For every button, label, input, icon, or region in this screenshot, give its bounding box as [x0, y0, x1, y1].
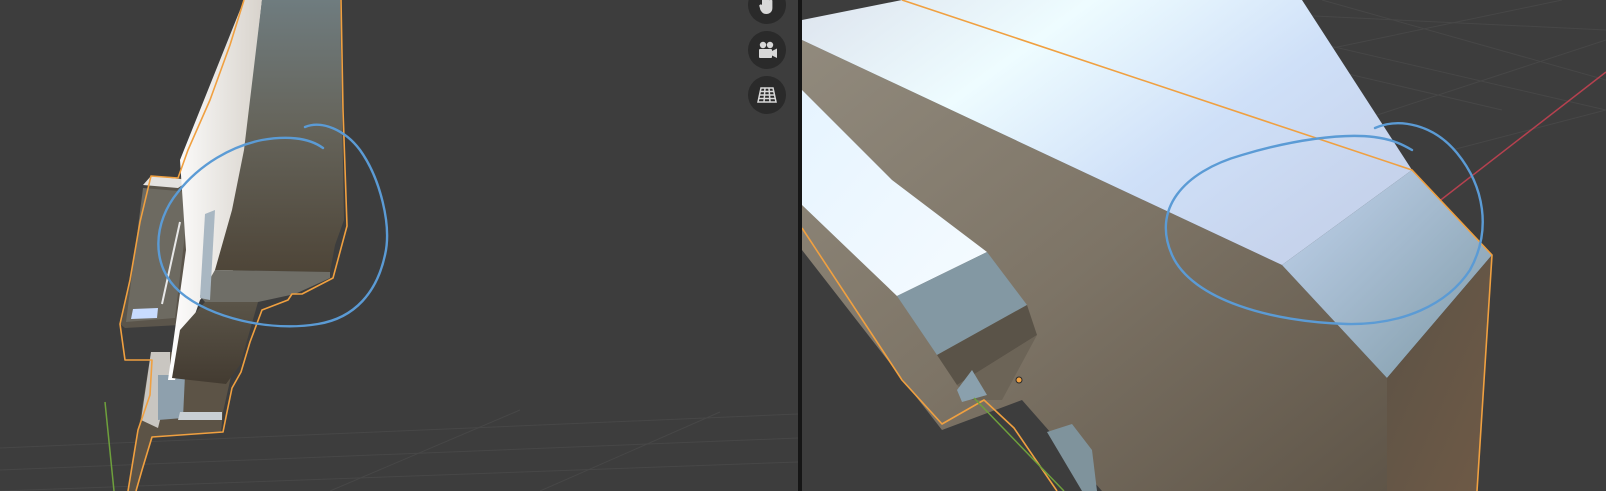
- mesh-face-lower-ledge: [178, 412, 222, 420]
- viewport-right-scene[interactable]: [802, 0, 1606, 491]
- hand-pan-icon: [759, 0, 773, 14]
- mesh-object[interactable]: [802, 0, 1493, 491]
- navigation-gizmo: [748, 0, 786, 114]
- viewport-left[interactable]: [0, 0, 798, 491]
- object-origin-dot[interactable]: [1015, 376, 1023, 384]
- camera-view-button[interactable]: [748, 31, 786, 69]
- viewport-right[interactable]: [802, 0, 1606, 491]
- mesh-face-flange-slot: [131, 308, 158, 319]
- floor-grid: [0, 409, 798, 491]
- mesh-object[interactable]: [119, 0, 348, 491]
- pan-view-button[interactable]: [748, 0, 786, 24]
- camera-icon: [759, 41, 777, 58]
- axis-y-line: [104, 401, 115, 491]
- grid-perspective-icon: [757, 87, 777, 103]
- orthographic-toggle-button[interactable]: [748, 76, 786, 114]
- mesh-face-main-ledge: [200, 270, 330, 302]
- viewport-left-scene[interactable]: [0, 0, 798, 491]
